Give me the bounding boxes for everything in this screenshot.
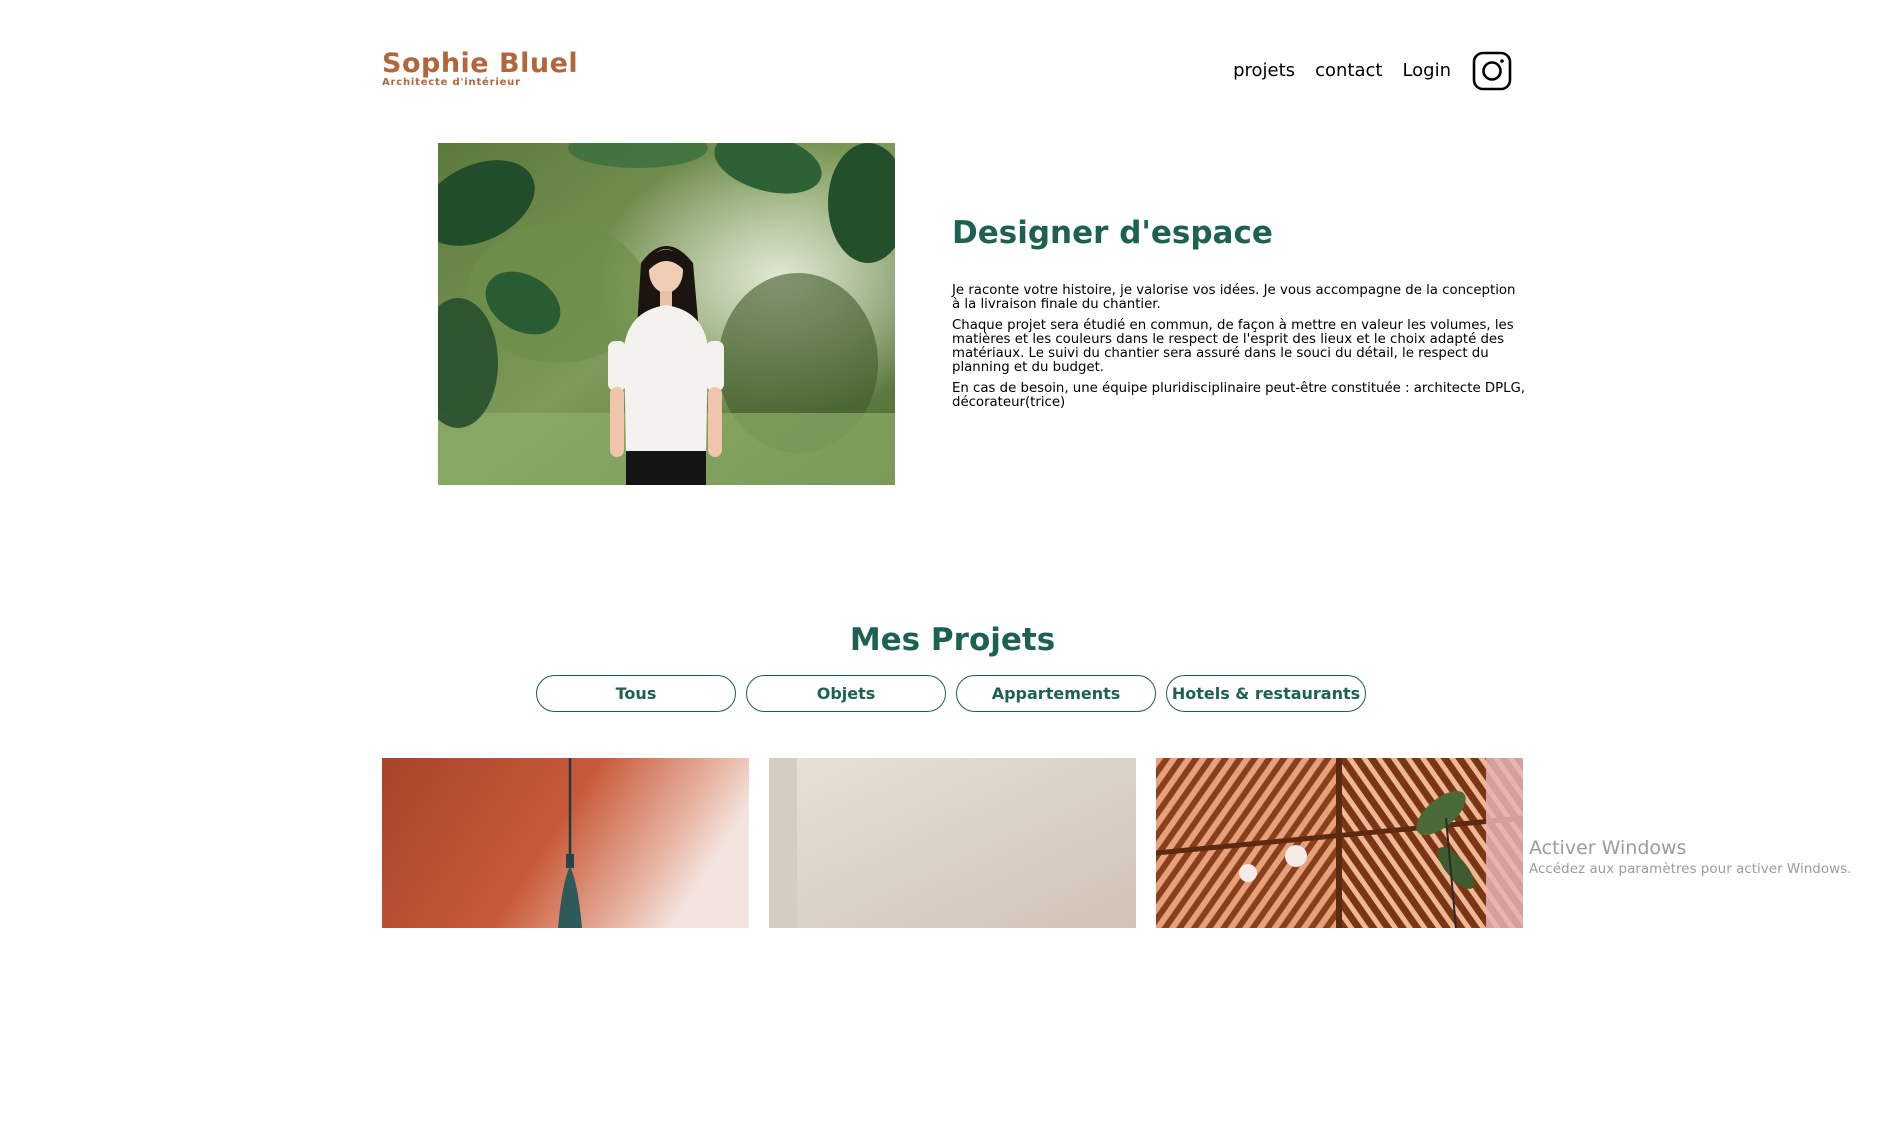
project-image-beige-interior[interactable] xyxy=(769,758,1136,928)
windows-activation-watermark: Activer Windows Accédez aux paramètres p… xyxy=(1529,836,1851,878)
watermark-subtitle: Accédez aux paramètres pour activer Wind… xyxy=(1529,861,1852,877)
project-image-pendant-lamp[interactable] xyxy=(382,758,749,928)
introduction-paragraph: Je raconte votre histoire, je valorise v… xyxy=(952,283,1516,312)
introduction-paragraph: Chaque projet sera étudié en commun, de … xyxy=(952,318,1514,375)
introduction-paragraph: En cas de besoin, une équipe pluridiscip… xyxy=(952,381,1526,410)
filter-all-button[interactable]: Tous xyxy=(536,675,736,712)
nav-contact-link[interactable]: contact xyxy=(1315,51,1382,91)
nav-login-link[interactable]: Login xyxy=(1402,51,1451,91)
instagram-icon[interactable] xyxy=(1472,51,1512,91)
logo-title: Sophie Bluel xyxy=(382,48,579,79)
main-nav: projets contact Login xyxy=(1233,51,1512,91)
project-image-wooden-roof[interactable] xyxy=(1156,758,1523,928)
filter-objects-button[interactable]: Objets xyxy=(746,675,946,712)
filter-hotels-restaurants-button[interactable]: Hotels & restaurants xyxy=(1166,675,1366,712)
introduction-text: Designer d'espace Je raconte votre histo… xyxy=(952,213,1526,417)
project-gallery xyxy=(382,758,1523,928)
portfolio-title: Mes Projets xyxy=(849,622,1056,658)
filter-apartments-button[interactable]: Appartements xyxy=(956,675,1156,712)
logo[interactable]: Sophie Bluel Architecte d'intérieur xyxy=(382,50,578,89)
filter-bar: Tous Objets Appartements Hotels & restau… xyxy=(536,675,1366,712)
introduction-title: Designer d'espace xyxy=(952,215,1273,251)
nav-projets-link[interactable]: projets xyxy=(1233,51,1295,91)
watermark-title: Activer Windows xyxy=(1529,837,1687,859)
architect-portrait-photo xyxy=(438,143,895,485)
